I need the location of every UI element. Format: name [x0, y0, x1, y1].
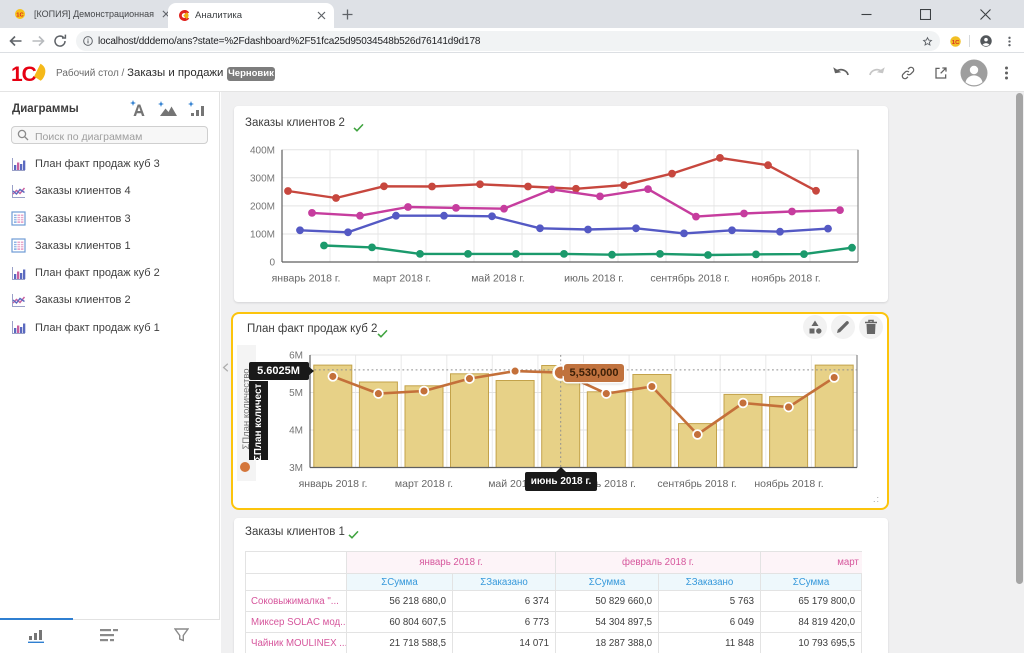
svg-text:0: 0	[269, 258, 275, 269]
svg-text:1C: 1C	[952, 40, 960, 46]
svg-text:май 2018 г.: май 2018 г.	[471, 273, 525, 285]
svg-text:1C: 1C	[16, 12, 24, 18]
svg-text:ноябрь 2018 г.: ноябрь 2018 г.	[751, 273, 820, 285]
svg-text:4M: 4M	[289, 426, 303, 437]
svg-text:ноябрь 2018 г.: ноябрь 2018 г.	[754, 478, 823, 490]
svg-text:сентябрь 2018 г.: сентябрь 2018 г.	[657, 478, 736, 490]
svg-text:март 2018 г.: март 2018 г.	[395, 478, 453, 490]
svg-text:100M: 100M	[250, 229, 275, 240]
svg-text:март 2018 г.: март 2018 г.	[373, 273, 431, 285]
svg-text:5M: 5M	[289, 388, 303, 399]
svg-text:200M: 200M	[250, 201, 275, 212]
svg-text:сентябрь 2018 г.: сентябрь 2018 г.	[650, 273, 729, 285]
svg-text:400M: 400M	[250, 145, 275, 156]
svg-text:июль 2018 г.: июль 2018 г.	[564, 273, 624, 285]
svg-text:январь 2018 г.: январь 2018 г.	[272, 273, 341, 285]
svg-text:6M: 6M	[289, 351, 303, 362]
svg-text:3M: 3M	[289, 463, 303, 474]
svg-text:1С: 1С	[11, 63, 37, 84]
svg-text:январь 2018 г.: январь 2018 г.	[299, 478, 368, 490]
svg-text:300M: 300M	[250, 173, 275, 184]
